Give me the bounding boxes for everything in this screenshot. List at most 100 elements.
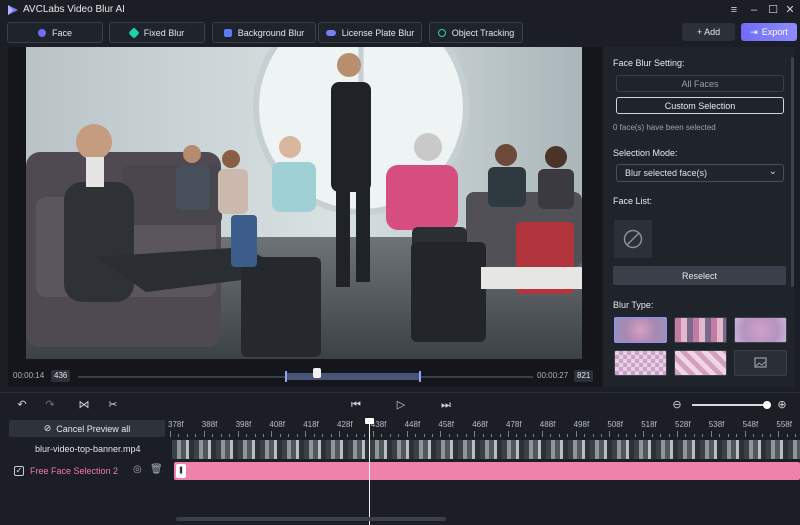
video-preview[interactable] [26,47,582,359]
tab-license-plate-blur-label: License Plate Blur [341,27,415,38]
undo-icon[interactable]: ↶ [16,399,28,411]
tab-license-plate-blur[interactable]: License Plate Blur [318,22,422,43]
blur-type-soft[interactable] [734,317,787,343]
next-frame-icon[interactable]: ⏭ [440,399,452,411]
tab-object-tracking[interactable]: Object Tracking [429,22,523,43]
tab-face[interactable]: Face [7,22,103,43]
hamburger-icon[interactable]: ≡ [725,2,743,18]
ruler-tick [769,434,771,437]
blur-type-gaussian[interactable] [614,317,667,343]
start-frame-box[interactable]: 436 [51,370,71,382]
play-icon[interactable]: ▷ [395,399,407,411]
ruler-tick [364,434,366,437]
ruler-tick [288,434,290,437]
blur-type-mosaic[interactable] [674,317,727,343]
range-start-handle[interactable] [285,371,287,382]
timeline-divider [0,392,800,393]
ruler-tick [398,434,400,437]
range-end-handle[interactable] [419,371,421,382]
ruler-label: 378f [168,420,184,429]
timeline-ruler[interactable]: 378f 388f 398f 408f 418f 428f 438f 448f 458f 468f… [168,417,800,437]
ruler-tick [262,434,264,437]
custom-selection-button[interactable]: Custom Selection [616,97,784,114]
tab-background-blur-label: Background Blur [237,27,305,38]
settings-scrollbar[interactable] [791,57,794,287]
ruler-tick [305,431,307,437]
track-checkbox[interactable]: ✓ [14,466,24,476]
start-timecode: 00:00:14 [13,371,45,380]
ruler-tick [753,434,755,437]
ruler-tick [617,434,619,437]
blur-type-crystal[interactable] [614,350,667,376]
zoom-out-icon[interactable]: ⊖ [671,399,683,411]
video-track-filmstrip[interactable] [172,440,800,459]
redo-icon[interactable]: ↷ [44,399,56,411]
preview-scrubber[interactable]: 00:00:14 436 00:00:27 821 [8,367,602,387]
maximize-icon[interactable]: ☐ [764,2,782,18]
visibility-off-icon[interactable]: ◎ [133,464,142,475]
end-frame-box[interactable]: 821 [574,370,594,382]
trash-icon[interactable]: 🗑 [150,464,163,475]
fixed-blur-icon [128,26,140,39]
clip-start-handle[interactable]: ❚ [176,464,186,478]
blur-type-pixel[interactable] [674,350,727,376]
close-icon[interactable]: ✕ [781,2,799,18]
ruler-tick [558,434,560,437]
cancel-preview-all-button[interactable]: ⊘ Cancel Preview all [9,420,165,437]
ruler-tick [499,434,501,437]
selection-mode-value: Blur selected face(s) [625,168,708,178]
blur-type-label: Blur Type: [613,300,654,310]
zoom-in-icon[interactable]: ⊕ [776,399,788,411]
ruler-tick [170,431,171,437]
export-icon: ⇥ [750,26,758,37]
ruler-tick [178,434,180,437]
minimize-icon[interactable]: – [745,2,763,18]
zoom-slider-handle[interactable] [763,401,771,409]
ruler-tick [786,434,788,437]
blur-type-custom-image[interactable] [734,350,787,376]
ruler-label: 388f [201,420,218,429]
blur-track-clip[interactable]: ❚ [174,462,800,480]
face-blur-setting-label: Face Blur Setting: [613,58,685,68]
ruler-tick [406,431,408,437]
cut-icon[interactable]: ✂ [107,399,119,411]
reselect-button[interactable]: Reselect [613,266,786,285]
timeline-panel [0,393,800,525]
ruler-tick [440,431,442,437]
tab-fixed-blur[interactable]: Fixed Blur [109,22,205,43]
export-button-label: Export [761,27,788,37]
ruler-tick [575,431,577,437]
chevron-down-icon: ⌄ [768,166,777,177]
ruler-label: 508f [607,420,623,429]
ruler-tick [533,434,535,437]
selection-mode-dropdown[interactable]: Blur selected face(s) ⌄ [616,164,784,182]
ruler-label: 398f [235,420,252,429]
ruler-label: 478f [506,420,522,429]
ruler-tick [491,434,493,437]
end-timecode: 00:00:27 [537,371,569,380]
split-icon[interactable]: ⋈ [78,399,90,411]
scrub-handle[interactable] [313,368,321,378]
add-button[interactable]: + Add [682,23,735,41]
filmstrip-frames [172,440,800,459]
ruler-tick [186,434,188,437]
playhead-handle[interactable] [365,418,374,424]
export-button[interactable]: ⇥ Export [741,23,797,41]
ruler-tick [220,434,222,437]
ruler-tick [423,434,425,437]
selected-range[interactable] [285,373,420,380]
ruler-tick [237,431,239,437]
ruler-tick [719,434,721,437]
ruler-label: 488f [539,420,556,429]
all-faces-button[interactable]: All Faces [616,75,784,92]
previous-frame-icon[interactable]: ⏮ [350,399,362,411]
ruler-tick [516,434,518,437]
zoom-slider-track[interactable] [692,404,766,406]
ruler-tick [482,434,484,437]
timeline-scrollbar[interactable] [176,517,446,521]
playhead[interactable] [365,418,374,525]
ruler-tick [567,434,569,437]
tab-background-blur[interactable]: Background Blur [212,22,316,43]
ruler-tick [381,434,383,437]
ruler-label: 448f [404,420,421,429]
